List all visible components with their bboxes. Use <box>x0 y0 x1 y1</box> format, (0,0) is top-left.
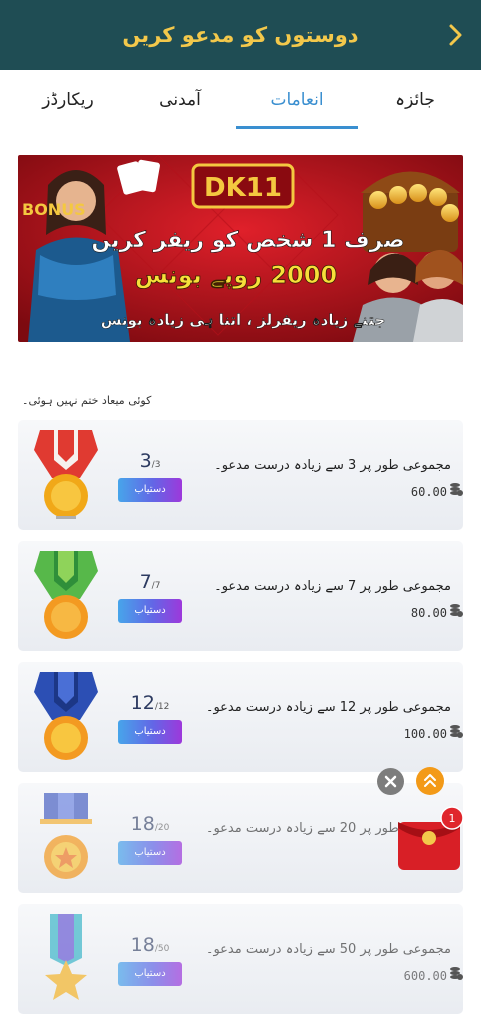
claim-button[interactable]: دستیاب <box>118 478 182 502</box>
double-chevron-up-icon <box>424 774 436 787</box>
reward-title: مجموعی طور پر 12 سے زیادہ درست مدعو۔ <box>205 700 451 715</box>
coin-stack-icon <box>450 967 463 980</box>
progress-current: 18 <box>130 813 155 835</box>
progress-count: 12/12 <box>118 692 182 714</box>
progress-count: 3/3 <box>118 450 182 472</box>
banner-bonus-text: BONUS <box>22 200 86 219</box>
reward-card: 7/7 دستیاب مجموعی طور پر 7 سے زیادہ درست… <box>18 541 463 651</box>
star-ribbon-medal-icon <box>45 914 87 1000</box>
progress-current: 7 <box>139 571 152 593</box>
reward-title: مجموعی طور پر 50 سے زیادہ درست مدعو۔ <box>205 942 451 957</box>
progress-target: /3 <box>151 460 161 470</box>
claim-button[interactable]: دستیاب <box>118 841 182 865</box>
reward-card: 3/3 دستیاب مجموعی طور پر 3 سے زیادہ درست… <box>18 420 463 530</box>
banner-line1: صرف 1 شخص کو ریفر کریں <box>91 228 404 253</box>
deadline-note: کوئی میعاد ختم نہیں ہوئی۔ <box>22 394 152 407</box>
progress-target: /7 <box>151 581 161 591</box>
progress-current: 12 <box>130 692 155 714</box>
tab-income[interactable]: آمدنی <box>140 70 220 134</box>
red-envelope-icon: 1 <box>398 806 464 870</box>
progress-current: 18 <box>130 934 155 956</box>
app-header: دوستوں کو مدعو کریں <box>0 0 481 70</box>
tab-rewards[interactable]: انعامات <box>236 70 358 134</box>
progress-target: /12 <box>154 702 170 712</box>
reward-amount: 600.00 <box>403 969 447 983</box>
reward-card: 18/50 دستیاب مجموعی طور پر 50 سے زیادہ د… <box>18 904 463 1014</box>
chevron-right-icon <box>449 24 462 46</box>
gift-badge-count: 1 <box>449 812 456 825</box>
reward-amount: 100.00 <box>403 727 447 741</box>
progress-target: /20 <box>154 823 170 833</box>
back-button[interactable] <box>441 20 471 50</box>
reward-title: مجموعی طور پر 3 سے زیادہ درست مدعو۔ <box>214 458 451 473</box>
coin-stack-icon <box>450 483 463 496</box>
tab-records[interactable]: ریکارڈز <box>18 70 118 134</box>
claim-button[interactable]: دستیاب <box>118 720 182 744</box>
reward-card: 12/12 دستیاب مجموعی طور پر 12 سے زیادہ د… <box>18 662 463 772</box>
reward-title: مجموعی طور پر 7 سے زیادہ درست مدعو۔ <box>214 579 451 594</box>
green-ribbon-medal-icon <box>34 551 98 639</box>
tab-bar: جائزہ انعامات آمدنی ریکارڈز <box>0 70 481 134</box>
claim-button[interactable]: دستیاب <box>118 599 182 623</box>
reward-amount: 60.00 <box>410 485 447 499</box>
page-title: دوستوں کو مدعو کریں <box>122 23 359 47</box>
claim-button[interactable]: دستیاب <box>118 962 182 986</box>
banner-graphic: BONUS DK11 صرف 1 شخص کو ریفر کریں 2000 ر… <box>18 155 463 342</box>
gift-envelope-button[interactable]: 1 <box>392 804 466 876</box>
banner-logo: DK11 <box>204 173 282 203</box>
promo-banner[interactable]: BONUS DK11 صرف 1 شخص کو ریفر کریں 2000 ر… <box>18 155 463 342</box>
red-ribbon-medal-icon <box>34 430 98 519</box>
banner-line3: جتنے زیادہ ریفرلز ، اتنا ہی زیادہ بونس <box>101 311 386 329</box>
tab-overview[interactable]: جائزہ <box>375 70 455 134</box>
banner-line2: 2000 روپے بونس <box>135 261 337 289</box>
close-floating-button[interactable] <box>377 768 404 795</box>
active-tab-indicator <box>236 126 358 129</box>
progress-target: /50 <box>154 944 170 954</box>
progress-count: 18/50 <box>118 934 182 956</box>
star-medal-icon <box>40 793 92 879</box>
reward-amount: 80.00 <box>410 606 447 620</box>
progress-count: 7/7 <box>118 571 182 593</box>
close-icon <box>384 775 397 788</box>
progress-current: 3 <box>139 450 152 472</box>
coin-stack-icon <box>450 604 463 617</box>
progress-count: 18/20 <box>118 813 182 835</box>
coin-stack-icon <box>450 725 463 738</box>
scroll-top-button[interactable] <box>416 767 444 795</box>
blue-ribbon-medal-icon <box>34 672 98 760</box>
